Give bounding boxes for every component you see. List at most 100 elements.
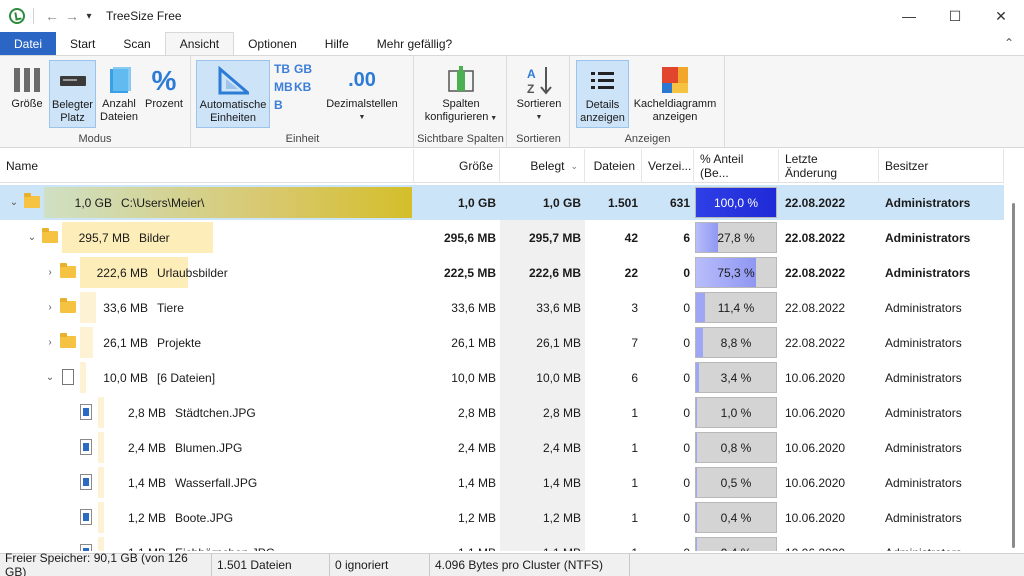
- column-header-prozent-anteil[interactable]: % Anteil (Be...: [694, 149, 779, 183]
- row-groesse: 2,8 MB: [457, 405, 496, 420]
- belegter-label-2: Platz: [60, 112, 85, 124]
- row-dateien: 1.501: [607, 195, 638, 210]
- column-header-besitzer[interactable]: Besitzer: [879, 149, 1004, 183]
- percent-value: 0,5 %: [720, 475, 752, 490]
- tab-datei[interactable]: Datei: [0, 32, 57, 55]
- spalten-label-2: konfigurieren ▼: [424, 111, 498, 123]
- vertical-scrollbar[interactable]: [1004, 149, 1024, 552]
- percent-value: 1,0 %: [720, 405, 752, 420]
- row-name: Bilder: [139, 230, 170, 245]
- row-verzeichnisse: 0: [683, 475, 690, 490]
- collapse-ribbon-icon[interactable]: ⌃: [1004, 36, 1014, 50]
- treesize-logo-icon: [9, 8, 25, 24]
- table-row[interactable]: ⌄ 10,0 MB [6 Dateien] 10,0 MB 10,0 MB 6 0 3,4 %…: [0, 360, 1004, 395]
- tree-list: ⌄ 1,0 GB C:\Users\Meier\ 1,0 GB 1,0 GB 1.501 6…: [0, 185, 1004, 551]
- row-last-modified: 22.08.2022: [785, 335, 846, 350]
- scrollbar-thumb[interactable]: [1012, 203, 1015, 548]
- row-dateien: 1: [631, 440, 638, 455]
- collapse-chevron-icon[interactable]: ⌄: [44, 360, 56, 395]
- groesse-label: Größe: [11, 98, 43, 110]
- table-row[interactable]: ⌄ 1,0 GB C:\Users\Meier\ 1,0 GB 1,0 GB 1.501 6…: [0, 185, 1004, 220]
- maximize-button[interactable]: ☐: [932, 0, 978, 32]
- row-last-modified: 10.06.2020: [785, 510, 846, 525]
- row-groesse: 10,0 MB: [451, 370, 496, 385]
- tab-mehr-gefaellig[interactable]: Mehr gefällig?: [363, 32, 466, 55]
- table-row[interactable]: › 26,1 MB Projekte 26,1 MB 26,1 MB 7 0 8,8 % 22.…: [0, 325, 1004, 360]
- column-header-belegt[interactable]: Belegt ⌄: [500, 149, 585, 183]
- anzahl-dateien-button[interactable]: Anzahl Dateien: [97, 60, 141, 128]
- tab-optionen[interactable]: Optionen: [234, 32, 311, 55]
- unit-mb-button[interactable]: MB: [274, 80, 294, 94]
- dezimalstellen-button[interactable]: .00 Dezimalstellen ▼: [320, 60, 404, 128]
- unit-tb-button[interactable]: TB: [274, 62, 294, 76]
- unit-b-button[interactable]: B: [274, 98, 294, 112]
- table-row[interactable]: 1,4 MB Wasserfall.JPG 1,4 MB 1,4 MB 1 0 0,5 % 1…: [0, 465, 1004, 500]
- column-header-name[interactable]: Name: [0, 149, 414, 183]
- table-row[interactable]: ⌄ 295,7 MB Bilder 295,6 MB 295,7 MB 42 6 27,8 %…: [0, 220, 1004, 255]
- sortieren-button[interactable]: AZ Sortieren ▼: [512, 60, 566, 128]
- belegter-label-1: Belegter: [52, 99, 93, 111]
- details-anzeigen-button[interactable]: Details anzeigen: [576, 60, 629, 128]
- table-row[interactable]: › 33,6 MB Tiere 33,6 MB 33,6 MB 3 0 11,4 % 22.08…: [0, 290, 1004, 325]
- row-last-modified: 22.08.2022: [785, 300, 846, 315]
- tab-start[interactable]: Start: [56, 32, 109, 55]
- svg-text:Z: Z: [527, 82, 534, 96]
- tab-scan[interactable]: Scan: [109, 32, 164, 55]
- back-arrow-icon[interactable]: ←: [42, 8, 62, 24]
- unit-kb-button[interactable]: KB: [294, 80, 314, 94]
- close-button[interactable]: ✕: [978, 0, 1024, 32]
- row-dateien: 42: [624, 230, 638, 245]
- row-dateien: 1: [631, 405, 638, 420]
- auto-label-1: Automatische: [199, 99, 267, 111]
- tab-ansicht[interactable]: Ansicht: [164, 32, 235, 55]
- table-row[interactable]: › 222,6 MB Urlaubsbilder 222,5 MB 222,6 MB 22…: [0, 255, 1004, 290]
- column-header: Name Größe Belegt ⌄ Dateien Verzei... % A…: [0, 149, 1004, 183]
- collapse-chevron-icon[interactable]: ⌄: [26, 220, 38, 255]
- group-label-einheit: Einheit: [285, 133, 320, 145]
- column-header-verzeichnisse[interactable]: Verzei...: [642, 149, 694, 183]
- row-owner: Administrators: [885, 265, 971, 280]
- table-row[interactable]: 1,2 MB Boote.JPG 1,2 MB 1,2 MB 1 0 0,4 % 10.06.…: [0, 500, 1004, 535]
- forward-arrow-icon[interactable]: →: [62, 8, 82, 24]
- title-bar: ← → ▾ TreeSize Free — ☐ ✕: [0, 0, 1024, 32]
- row-verzeichnisse: 0: [683, 510, 690, 525]
- prozent-button[interactable]: % Prozent: [142, 60, 186, 128]
- expand-chevron-icon[interactable]: ›: [44, 325, 56, 360]
- automatische-einheiten-button[interactable]: Automatische Einheiten: [196, 60, 270, 128]
- expand-chevron-icon[interactable]: ›: [44, 290, 56, 325]
- groesse-button[interactable]: Größe: [6, 60, 48, 128]
- unit-gb-button[interactable]: GB: [294, 62, 314, 76]
- bars-icon: [11, 62, 43, 98]
- spalten-konfigurieren-button[interactable]: Spalten konfigurieren ▼: [417, 60, 505, 128]
- image-file-icon: [80, 439, 92, 455]
- folder-icon: [42, 228, 58, 243]
- unit-selector: TB GB MB KB B: [274, 62, 314, 112]
- spalten-label-1: Spalten: [442, 98, 480, 110]
- table-row[interactable]: 2,8 MB Städtchen.JPG 2,8 MB 2,8 MB 1 0 1,0 % 10…: [0, 395, 1004, 430]
- percent-bar: 75,3 %: [695, 257, 777, 288]
- table-row[interactable]: 1,1 MBEichhörnchen.JPG1,1 MB1,1 MB100,4 …: [0, 535, 1004, 551]
- expand-chevron-icon[interactable]: ›: [44, 255, 56, 290]
- column-header-dateien[interactable]: Dateien: [585, 149, 642, 183]
- row-last-modified: 10.06.2020: [785, 370, 846, 385]
- status-ignored: 0 ignoriert: [330, 553, 430, 576]
- kacheldiagramm-button[interactable]: Kacheldiagramm anzeigen: [631, 60, 719, 128]
- group-label-sichtbare-spalten: Sichtbare Spalten: [417, 133, 504, 145]
- table-row[interactable]: 2,4 MB Blumen.JPG 2,4 MB 2,4 MB 1 0 0,8 % 10.06…: [0, 430, 1004, 465]
- status-cluster-size: 4.096 Bytes pro Cluster (NTFS): [430, 553, 630, 576]
- percent-bar: 1,0 %: [695, 397, 777, 428]
- folder-icon: [60, 333, 76, 348]
- minimize-button[interactable]: —: [886, 0, 932, 32]
- collapse-chevron-icon[interactable]: ⌄: [8, 185, 20, 220]
- anzahl-label-2: Dateien: [100, 111, 138, 123]
- percent-bar: 11,4 %: [695, 292, 777, 323]
- sortieren-dropdown-icon: ▼: [535, 114, 543, 121]
- column-header-groesse[interactable]: Größe: [414, 149, 500, 183]
- tab-hilfe[interactable]: Hilfe: [311, 32, 363, 55]
- row-size-label: 1,1 MB: [98, 535, 166, 552]
- quick-access-dropdown-icon[interactable]: ▾: [82, 11, 96, 22]
- belegter-platz-button[interactable]: Belegter Platz: [49, 60, 96, 128]
- column-header-letzte-aenderung[interactable]: Letzte Änderung: [779, 149, 879, 183]
- row-belegt: 2,4 MB: [542, 440, 581, 455]
- row-belegt: 33,6 MB: [536, 300, 581, 315]
